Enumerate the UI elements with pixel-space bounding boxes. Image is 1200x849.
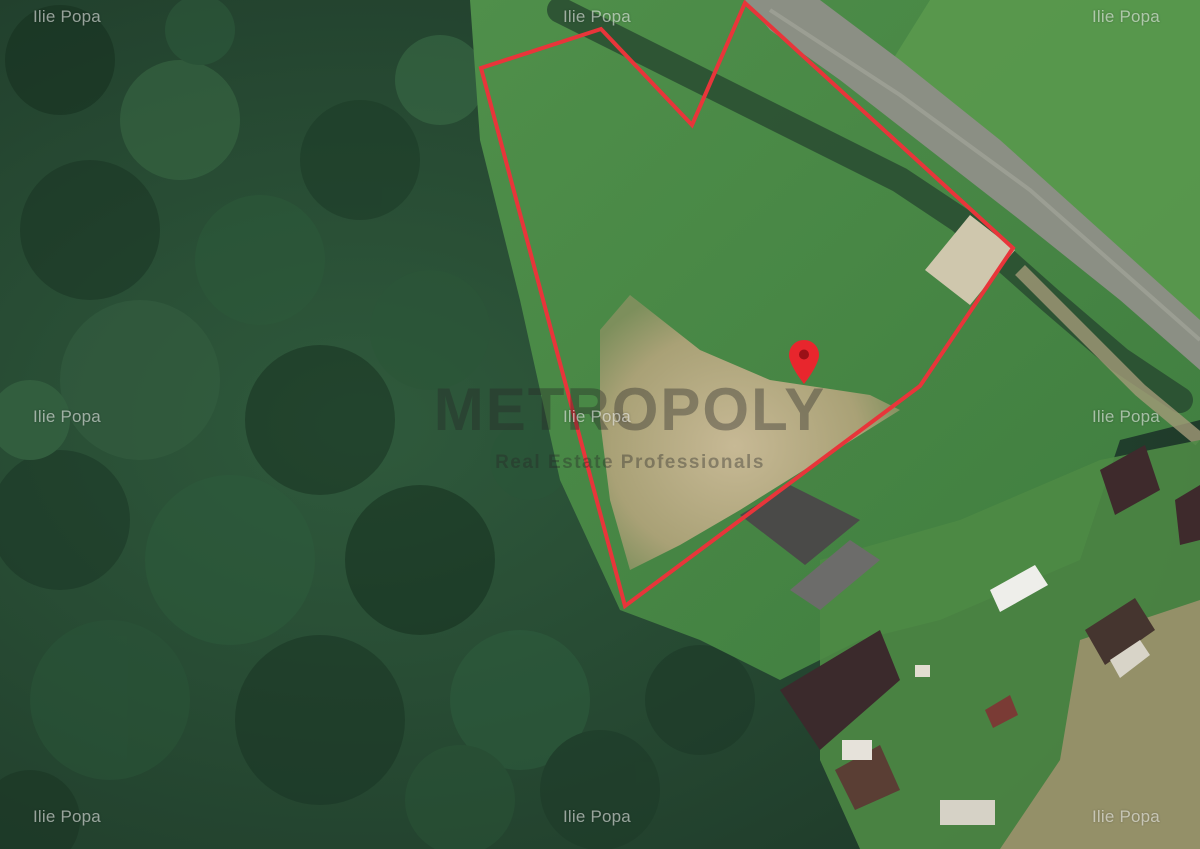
- watermark-text: Ilie Popa: [33, 7, 101, 26]
- watermark-text: Ilie Popa: [33, 807, 101, 826]
- watermark-text: Ilie Popa: [563, 407, 631, 426]
- watermark-text: Ilie Popa: [1092, 807, 1160, 826]
- map-viewport[interactable]: METROPOLY Real Estate Professionals Ilie…: [0, 0, 1200, 849]
- watermark-text: Ilie Popa: [1092, 7, 1160, 26]
- watermark-text: Ilie Popa: [563, 7, 631, 26]
- location-pin-icon[interactable]: [786, 339, 822, 385]
- watermark-text: Ilie Popa: [563, 807, 631, 826]
- watermark-text: Ilie Popa: [33, 407, 101, 426]
- watermark-text: Ilie Popa: [1092, 407, 1160, 426]
- logo-tagline: Real Estate Professionals: [495, 452, 765, 473]
